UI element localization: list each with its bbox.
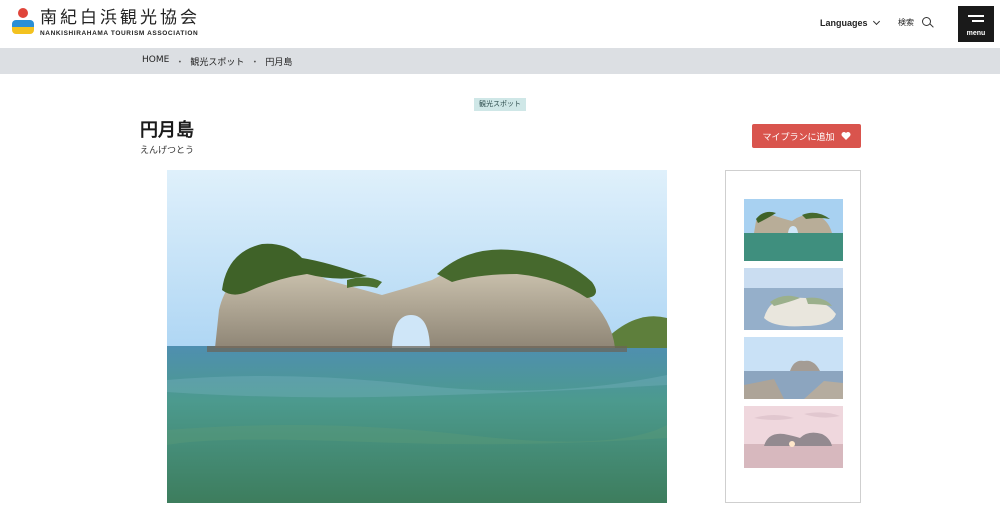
- heart-icon: [841, 131, 851, 141]
- languages-label: Languages: [820, 18, 868, 28]
- breadcrumb: HOME ・ 観光スポット ・ 円月島: [0, 48, 1000, 74]
- thumbnail-2[interactable]: [744, 268, 843, 330]
- breadcrumb-separator: ・: [175, 58, 185, 68]
- logo-mark-icon: [12, 8, 34, 38]
- myplan-label: マイプランに追加: [762, 132, 835, 143]
- menu-icon: [968, 15, 984, 17]
- category-tag[interactable]: 観光スポット: [474, 98, 526, 111]
- add-to-myplan-button[interactable]: マイプランに追加: [752, 124, 861, 148]
- search-icon: [922, 17, 933, 28]
- breadcrumb-separator: ・: [250, 58, 260, 68]
- main-photo: [167, 170, 667, 503]
- title-reading: えんげつとう: [140, 146, 195, 156]
- menu-label: menu: [966, 30, 986, 37]
- thumbnail-gallery: [725, 170, 861, 503]
- page-title: 円月島: [140, 120, 194, 141]
- site-header: 南紀白浜観光協会 NANKISHIRAHAMA TOURISM ASSOCIAT…: [0, 0, 1000, 48]
- logo-title: 南紀白浜観光協会: [40, 8, 200, 28]
- breadcrumb-current: 円月島: [265, 58, 293, 68]
- search-button[interactable]: 検索: [898, 17, 933, 28]
- site-logo[interactable]: 南紀白浜観光協会 NANKISHIRAHAMA TOURISM ASSOCIAT…: [12, 8, 200, 38]
- languages-dropdown[interactable]: Languages: [820, 17, 880, 28]
- thumbnail-3[interactable]: [744, 337, 843, 399]
- search-label: 検索: [898, 18, 914, 27]
- breadcrumb-home[interactable]: HOME: [142, 55, 169, 68]
- chevron-down-icon: [872, 17, 880, 26]
- thumbnail-4[interactable]: [744, 406, 843, 468]
- thumbnail-1[interactable]: [744, 199, 843, 261]
- menu-button[interactable]: menu: [958, 6, 994, 42]
- breadcrumb-category[interactable]: 観光スポット: [190, 55, 244, 68]
- logo-subtitle: NANKISHIRAHAMA TOURISM ASSOCIATION: [40, 30, 199, 37]
